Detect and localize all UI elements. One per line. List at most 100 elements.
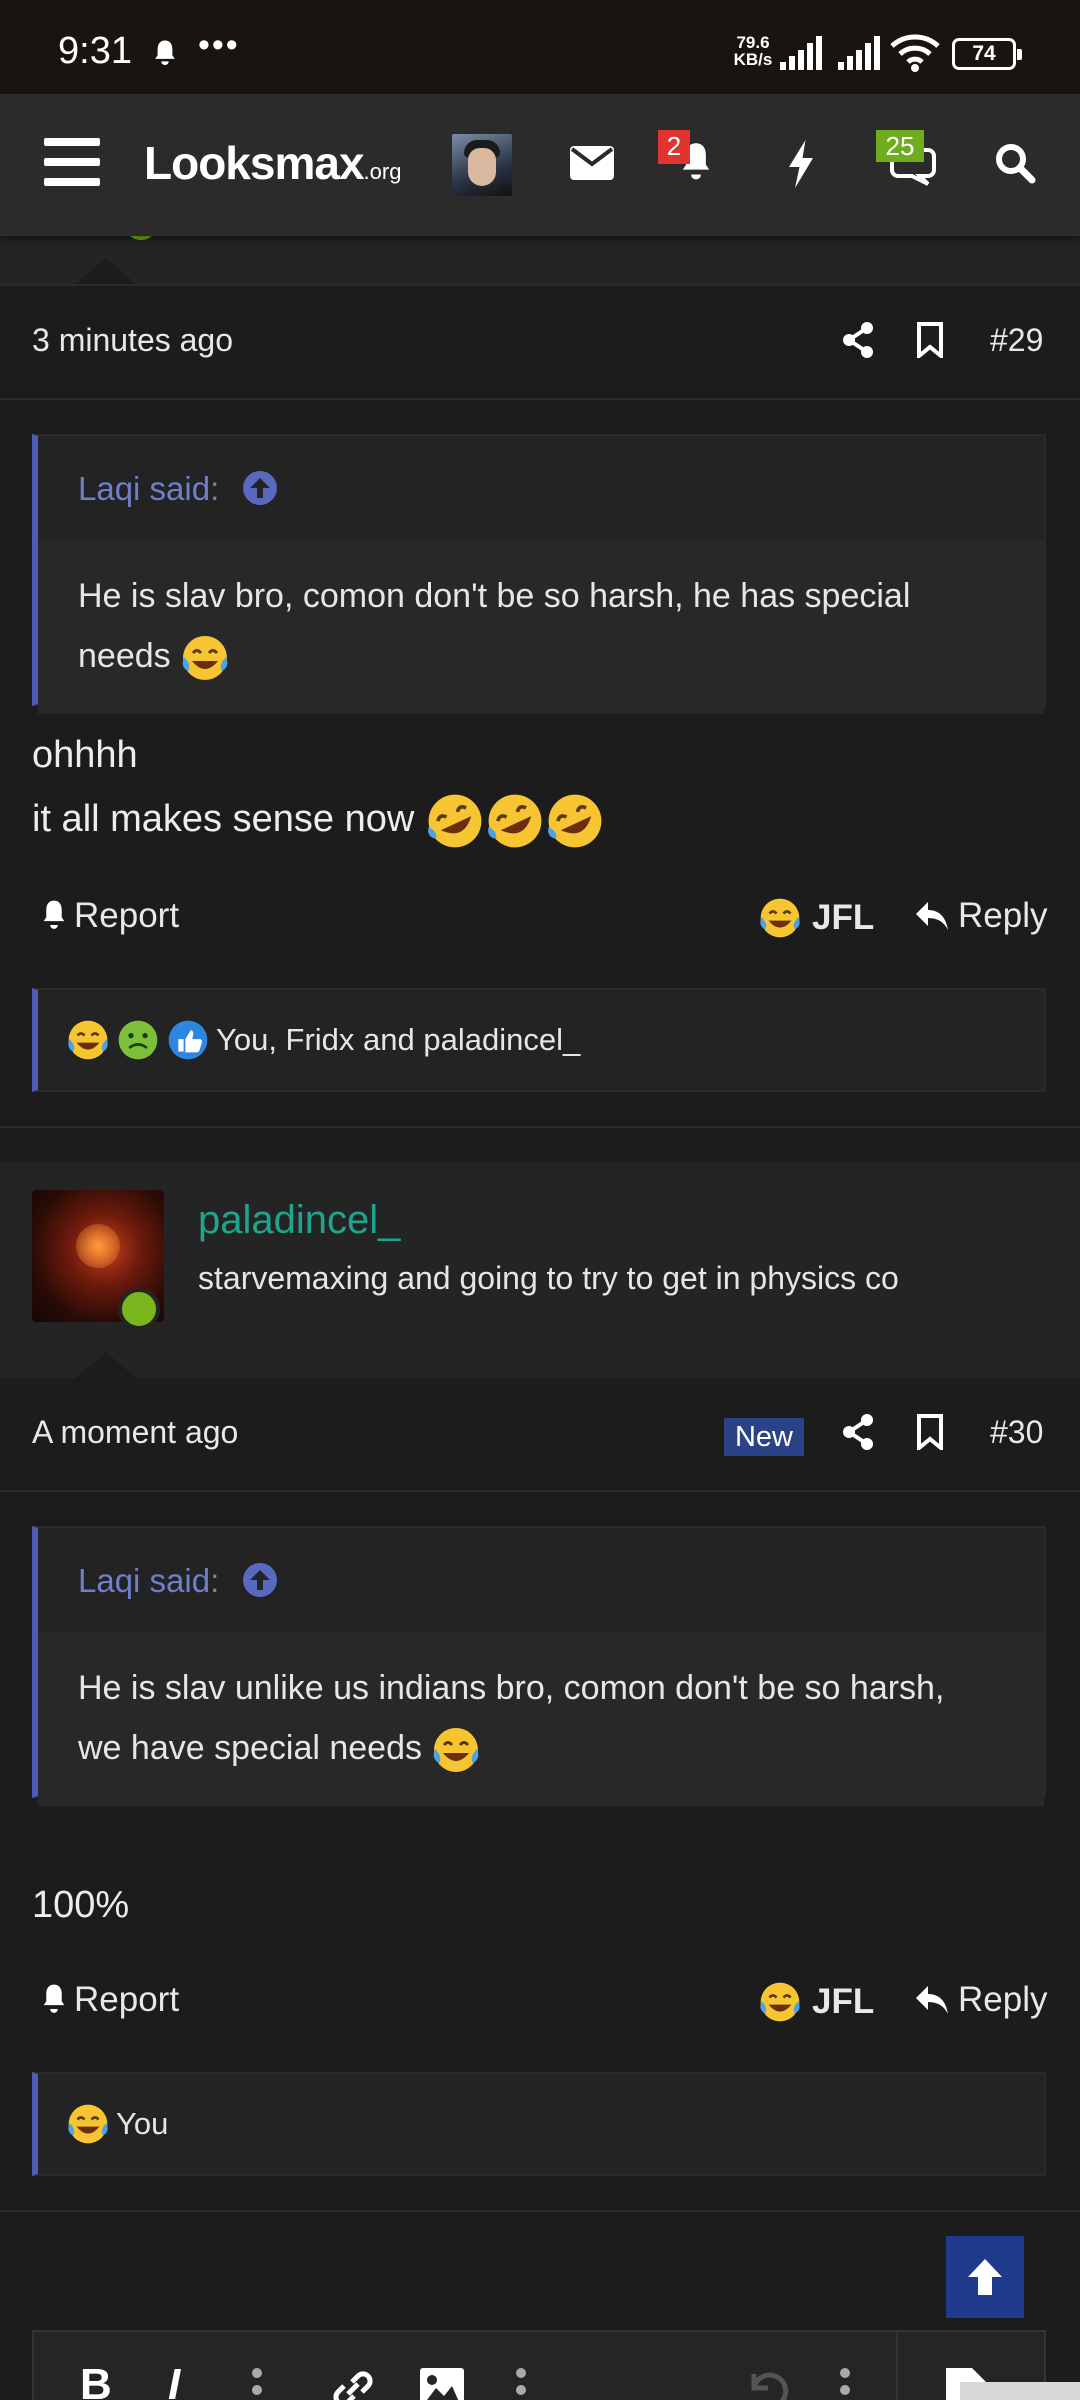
- crying-laughing-emoji-icon: [760, 1982, 800, 2022]
- post-29-number[interactable]: #29: [990, 322, 1043, 359]
- rolling-laughing-emoji-icon: [487, 794, 542, 848]
- logo-suffix: .org: [363, 159, 402, 184]
- previous-user-row-remnant: [0, 236, 1080, 284]
- more-status-icon: •••: [198, 26, 240, 64]
- reactions-text: You, Fridx and paladincel_: [216, 1022, 581, 1057]
- crying-laughing-emoji-icon: [434, 1728, 479, 1773]
- lightning-icon[interactable]: [786, 140, 816, 188]
- quote-line1: He is slav unlike us indians bro, comon …: [78, 1669, 945, 1707]
- more-vertical-icon[interactable]: [840, 2368, 850, 2400]
- quote-line2-wrap: we have special needs: [78, 1718, 1004, 1778]
- jfl-reaction-button[interactable]: JFL: [758, 896, 874, 940]
- crying-laughing-emoji-icon: [182, 636, 228, 681]
- logo-main: Looksmax: [144, 137, 365, 189]
- bell-icon: [43, 1984, 65, 2013]
- undo-icon[interactable]: [744, 2366, 790, 2400]
- reply-label: Reply: [958, 896, 1048, 935]
- editor-side-button[interactable]: [960, 2382, 1080, 2400]
- status-bar: 9:31 ••• 79.6 KB/s 74: [0, 0, 1080, 94]
- site-logo[interactable]: Looksmax.org: [144, 136, 401, 190]
- crying-laughing-emoji-icon: [68, 2104, 108, 2144]
- post-30-body: 100%: [32, 1884, 130, 1926]
- quote-body: He is slav unlike us indians bro, comon …: [38, 1632, 1044, 1806]
- arrow-up-circle-icon[interactable]: [242, 470, 278, 506]
- menu-icon[interactable]: [44, 138, 100, 188]
- post-30-user-title: starvemaxing and going to try to get in …: [198, 1260, 899, 1296]
- envelope-icon[interactable]: [570, 146, 614, 180]
- reactions-text: You: [116, 2106, 169, 2141]
- signal-icon: [780, 36, 822, 70]
- site-header: Looksmax.org 2 25: [0, 94, 1080, 236]
- report-button[interactable]: Report: [38, 1980, 179, 2020]
- post-29-reactions[interactable]: You, Fridx and paladincel_: [32, 988, 1046, 1092]
- bookmark-icon[interactable]: [916, 322, 944, 358]
- divider: [0, 1126, 1080, 1128]
- battery-indicator: 74: [952, 38, 1022, 70]
- new-badge: New: [724, 1418, 804, 1456]
- divider: [0, 2210, 1080, 2212]
- share-icon[interactable]: [842, 1414, 874, 1450]
- clock: 9:31: [58, 30, 132, 72]
- quote-line2: we have special needs: [78, 1729, 423, 1767]
- reply-label: Reply: [958, 1980, 1048, 2019]
- notification-bell-icon: [155, 40, 175, 66]
- arrow-up-circle-icon[interactable]: [242, 1562, 278, 1598]
- reply-editor-toolbar: B I: [32, 2330, 1046, 2400]
- user-pointer: [76, 1352, 136, 1378]
- jfl-label: JFL: [812, 898, 875, 937]
- quote-body: He is slav bro, comon don't be so harsh,…: [38, 540, 1044, 714]
- quote-author[interactable]: Laqi said:: [78, 470, 219, 508]
- jfl-reaction-button[interactable]: JFL: [758, 1980, 874, 2024]
- post-29-quote: Laqi said: He is slav bro, comon don't b…: [32, 434, 1046, 714]
- thumbs-up-emoji-icon: [168, 1020, 208, 1060]
- post-30-reactions[interactable]: You: [32, 2072, 1046, 2176]
- network-speed: 79.6 KB/s: [728, 34, 778, 68]
- quote-author[interactable]: Laqi said:: [78, 1562, 219, 1600]
- italic-button[interactable]: I: [168, 2360, 180, 2400]
- net-speed-value: 79.6: [736, 33, 770, 52]
- post-30-quote: Laqi said: He is slav unlike us indians …: [32, 1526, 1046, 1806]
- scroll-to-top-button[interactable]: [946, 2236, 1024, 2318]
- post-30-username[interactable]: paladincel_: [198, 1198, 400, 1243]
- post-30-number[interactable]: #30: [990, 1414, 1043, 1451]
- bookmark-icon[interactable]: [916, 1414, 944, 1450]
- post-29-body-line1: ohhhh: [32, 734, 138, 776]
- user-avatar[interactable]: [452, 134, 512, 196]
- image-icon[interactable]: [420, 2368, 464, 2400]
- arrow-up-icon: [968, 2259, 1002, 2295]
- rolling-laughing-emoji-icon: [427, 794, 482, 848]
- reply-arrow-icon: [916, 1986, 948, 2014]
- post-30-time[interactable]: A moment ago: [32, 1414, 238, 1451]
- share-icon[interactable]: [842, 322, 874, 358]
- post-29-body-line2: it all makes sense now: [32, 798, 415, 840]
- reply-button[interactable]: Reply: [914, 1980, 1047, 2020]
- divider: [0, 398, 1080, 400]
- conversations-count-badge: 25: [876, 130, 924, 162]
- bell-icon: [43, 900, 65, 929]
- net-speed-unit: KB/s: [733, 50, 773, 69]
- alerts-count-badge: 2: [658, 130, 690, 164]
- report-label: Report: [74, 1980, 180, 2019]
- crying-laughing-emoji-icon: [760, 898, 800, 938]
- post-30-user-row: paladincel_ starvemaxing and going to tr…: [0, 1162, 1080, 1378]
- link-icon[interactable]: [330, 2366, 376, 2400]
- nauseated-emoji-icon: [118, 1020, 158, 1060]
- wifi-icon: [890, 34, 940, 72]
- more-vertical-icon[interactable]: [516, 2368, 526, 2400]
- rolling-laughing-emoji-icon: [547, 794, 602, 848]
- more-vertical-icon[interactable]: [252, 2368, 262, 2400]
- user-pointer: [76, 258, 136, 284]
- search-icon[interactable]: [994, 142, 1036, 184]
- divider: [0, 284, 1080, 286]
- report-label: Report: [74, 896, 180, 935]
- bold-button[interactable]: B: [80, 2360, 112, 2400]
- report-button[interactable]: Report: [38, 896, 179, 936]
- post-29-body-line2-wrap: it all makes sense now: [32, 786, 605, 852]
- reply-arrow-icon: [916, 902, 948, 930]
- crying-laughing-emoji-icon: [68, 1020, 108, 1060]
- reply-button[interactable]: Reply: [914, 896, 1047, 936]
- online-indicator: [118, 1288, 160, 1330]
- jfl-label: JFL: [812, 1982, 875, 2021]
- toolbar-separator: [896, 2332, 898, 2400]
- post-29-time[interactable]: 3 minutes ago: [32, 322, 233, 359]
